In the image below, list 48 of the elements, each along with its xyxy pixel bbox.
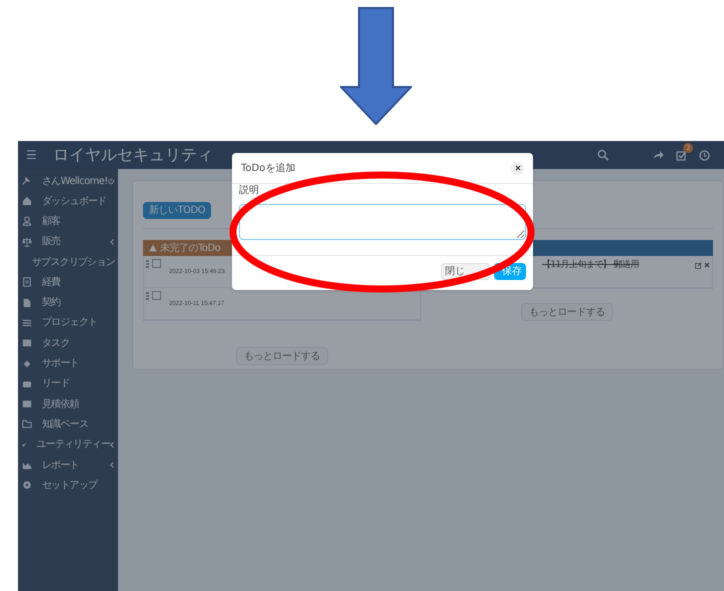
sidebar-item[interactable]: ダッシュボード — [18, 191, 118, 212]
person-icon — [22, 216, 32, 226]
house-icon — [22, 196, 32, 206]
power-icon[interactable] — [108, 177, 114, 185]
folder-icon — [22, 419, 32, 430]
todo-text: 【11月上旬まで】-郵送用 — [542, 259, 640, 272]
close-button[interactable] — [511, 162, 524, 174]
sidebar-item[interactable]: 販売 — [18, 232, 118, 252]
load-more-button[interactable]: もっとロードする — [521, 303, 613, 321]
chart-icon — [22, 460, 32, 470]
file-icon — [22, 298, 32, 308]
close-icon — [514, 165, 520, 171]
column-title: 未完了のToDo — [160, 242, 220, 256]
sidebar-item[interactable]: サブスクリプション — [18, 252, 118, 272]
scale-icon — [22, 236, 32, 247]
sidebar-item[interactable]: 経費 — [18, 272, 118, 292]
checkbox[interactable] — [152, 291, 161, 300]
checklist-icon[interactable] — [676, 150, 687, 160]
drag-handle-icon[interactable] — [146, 292, 149, 300]
load-more-button[interactable]: もっとロードする — [236, 347, 328, 365]
warning-icon — [149, 244, 157, 252]
welcome-text: さんWellcome! — [42, 174, 108, 188]
sidebar-item[interactable]: 顧客 — [18, 211, 118, 232]
sidebar-item[interactable]: タスク — [18, 333, 118, 354]
sidebar-item[interactable]: セットアップ — [18, 475, 118, 496]
list-icon — [22, 318, 32, 328]
sidebar-item[interactable]: 見積依頼 — [18, 394, 118, 414]
checkbox[interactable] — [152, 259, 161, 268]
settings-icon — [22, 480, 32, 490]
clock-icon[interactable] — [699, 150, 710, 160]
edit-icon[interactable] — [695, 262, 702, 269]
new-todo-button[interactable]: 新しいTODO — [143, 202, 212, 219]
sidebar-item[interactable]: プロジェクト — [18, 312, 118, 334]
sidebar-item[interactable]: 契約 — [18, 292, 118, 313]
sidebar-item[interactable]: ユーティリティー — [18, 434, 118, 455]
sidebar-item[interactable]: レポート — [18, 454, 118, 476]
share-icon[interactable] — [653, 150, 664, 160]
modal-title: ToDoを追加 — [241, 162, 296, 176]
sidebar-item[interactable]: 知識ベース — [18, 414, 118, 435]
sidebar-item[interactable]: サポート — [18, 353, 118, 374]
search-icon[interactable] — [597, 149, 609, 161]
field-label: 説明 — [239, 185, 259, 196]
document-icon — [22, 277, 32, 288]
close-icon[interactable] — [704, 262, 710, 268]
app-title: ロイヤルセキュリティ — [52, 144, 213, 166]
sidebar-item[interactable]: リード — [18, 374, 118, 394]
drag-handle-icon[interactable] — [146, 260, 149, 268]
menu-icon[interactable]: ☰ — [26, 149, 37, 161]
